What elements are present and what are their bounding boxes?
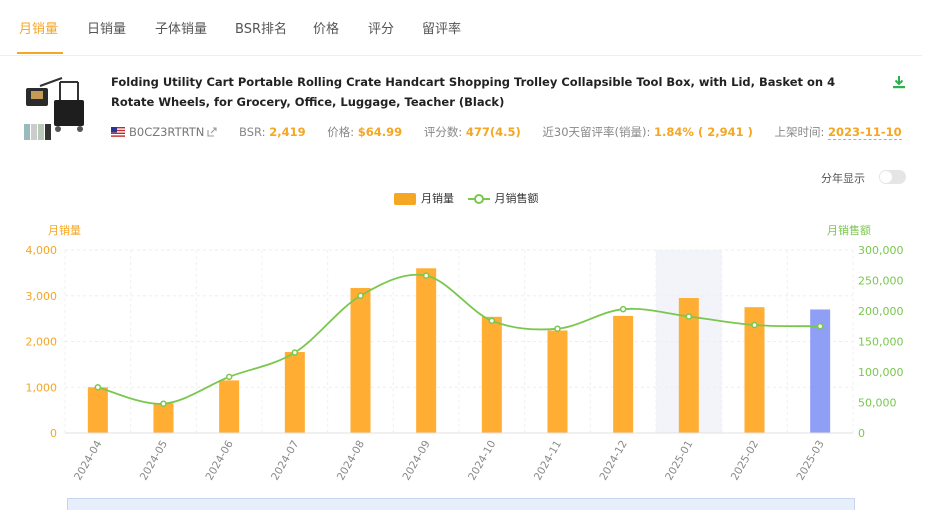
legend-label-monthly-sales: 月销量 [421,192,454,205]
product-title[interactable]: Folding Utility Cart Portable Rolling Cr… [111,72,881,112]
y-left-axis-title: 月销量 [48,223,81,237]
tab-daily-sales[interactable]: 日销量 [87,18,126,37]
tab-variant-sales[interactable]: 子体销量 [155,18,207,37]
y-right-tick-label: 250,000 [858,275,904,288]
x-tick-label-2024-04: 2024-04 [72,438,104,482]
tab-price[interactable]: 价格 [313,18,339,37]
listed-date-label: 上架时间: [774,125,825,139]
reviews-value: 477(4.5) [465,125,521,139]
x-tick-label-2024-11: 2024-11 [532,439,564,483]
revenue-point-2024-08 [357,292,364,299]
bar-2024-05 [153,403,174,433]
revenue-point-2025-03 [816,323,824,330]
asin[interactable]: B0CZ3RTRTN [129,125,204,139]
revenue-point-2024-09 [422,272,430,279]
review-rate-value: 1.84% ( 2,941 ) [654,125,753,139]
tab-monthly-sales[interactable]: 月销量 [19,18,58,37]
bar-2024-09 [416,268,437,433]
x-tick-label-2024-07: 2024-07 [269,439,301,483]
legend-item-monthly-revenue[interactable]: 月销售额 [467,190,539,206]
bar-2024-08 [350,287,371,433]
year-toggle-knob [880,171,892,183]
y-left-tick-label: 0 [50,427,57,440]
bar-2024-06 [219,380,240,433]
x-tick-label-2024-12: 2024-12 [597,439,629,483]
tab-bsr-rank[interactable]: BSR排名 [235,18,287,37]
revenue-point-2025-02 [751,321,758,329]
price-value: $64.99 [357,125,403,139]
tab-review-rate[interactable]: 留评率 [422,18,461,37]
revenue-point-2024-04 [94,384,102,391]
revenue-point-2024-07 [291,349,299,356]
active-tab-indicator [17,52,63,54]
legend-label-monthly-revenue: 月销售额 [494,192,539,205]
legend-item-monthly-sales[interactable]: 月销量 [394,190,454,206]
bar-2024-04 [87,387,108,433]
product-image[interactable] [22,76,90,144]
legend-line-swatch [467,194,490,204]
x-tick-label-2024-09: 2024-09 [400,439,432,483]
y-left-tick-label: 4,000 [26,244,58,257]
x-tick-label-2024-05: 2024-05 [138,439,170,483]
listed-date-value: 2023-11-10 [828,125,902,140]
y-right-tick-label: 150,000 [858,336,904,349]
revenue-point-2024-06 [225,373,233,381]
revenue-point-2024-10 [488,317,496,325]
y-right-tick-label: 300,000 [858,244,904,257]
y-right-axis-title: 月销售额 [827,223,871,237]
x-tick-label-2024-06: 2024-06 [203,438,235,482]
us-flag-icon [111,127,125,137]
chart-zoom-slider[interactable] [67,498,855,510]
price-label: 价格: [327,125,355,139]
x-tick-label-2025-03: 2025-03 [794,439,826,483]
external-link-icon[interactable] [207,127,217,137]
x-tick-label-2024-10: 2024-10 [466,439,498,483]
y-right-tick-label: 200,000 [858,305,904,318]
y-right-tick-label: 100,000 [858,366,904,379]
product-meta: B0CZ3RTRTN BSR: 2,419 价格: $64.99 评分数: 47… [111,124,902,140]
download-icon[interactable] [891,74,907,90]
y-left-tick-label: 1,000 [26,381,58,394]
tab-bar: 月销量 日销量 子体销量 BSR排名 价格 评分 留评率 [0,0,922,56]
year-toggle-label: 分年显示 [821,172,865,185]
bar-2024-11 [547,330,568,433]
x-tick-label-2025-01: 2025-01 [663,439,695,483]
revenue-point-2024-12 [619,305,627,313]
bsr-label: BSR: [239,125,266,139]
revenue-point-2025-01 [685,313,693,320]
y-right-tick-label: 50,000 [858,397,897,410]
sales-chart: 0 1,000 2,000 3,000 4,000 0 50,000 100,000 150,0… [26,223,904,483]
bsr-value: 2,419 [269,125,306,139]
y-left-tick-label: 3,000 [26,290,58,303]
revenue-point-2024-05 [160,400,167,407]
x-tick-label-2024-08: 2024-08 [335,439,367,483]
bar-2024-10 [481,316,502,433]
year-toggle[interactable] [879,170,906,184]
tab-rating[interactable]: 评分 [368,18,394,37]
x-tick-label-2025-02: 2025-02 [729,439,761,483]
legend-bar-swatch [394,193,416,205]
revenue-point-2024-11 [554,325,561,332]
reviews-label: 评分数: [423,125,463,139]
chart-legend: 月销量 月销售额 [394,190,549,206]
bar-2024-12 [613,315,634,433]
y-left-tick-label: 2,000 [26,336,58,349]
review-rate-label: 近30天留评率(销量): [542,125,651,139]
bar-2024-07 [284,352,305,433]
y-right-tick-label: 0 [858,427,865,440]
